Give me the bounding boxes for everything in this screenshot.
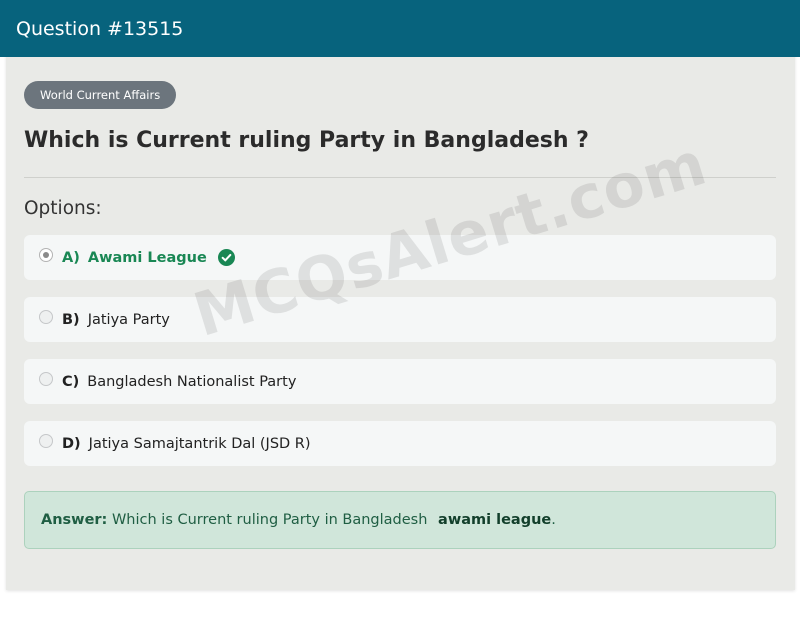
option-d-letter: D) — [62, 435, 81, 452]
option-a-radio[interactable] — [39, 247, 53, 262]
option-d-radio[interactable] — [39, 433, 53, 448]
check-circle-icon — [217, 249, 235, 266]
answer-label: Answer: — [41, 512, 108, 528]
option-b-text: Jatiya Party — [87, 311, 170, 328]
answer-highlight: awami league — [438, 512, 552, 528]
answer-suffix: . — [551, 512, 556, 528]
question-text: Which is Current ruling Party in Banglad… — [24, 128, 589, 153]
category-badge[interactable]: World Current Affairs — [24, 81, 177, 109]
option-c-text: Bangladesh Nationalist Party — [87, 373, 297, 390]
option-c-radio[interactable] — [39, 371, 53, 386]
answer-content: Answer: Which is Current ruling Party in… — [41, 512, 556, 528]
option-d[interactable]: D) Jatiya Samajtantrik Dal (JSD R) — [24, 421, 776, 466]
option-a-letter: A) — [62, 249, 80, 266]
question-number-title: Question #13515 — [16, 18, 184, 40]
answer-alert: Answer: Which is Current ruling Party in… — [24, 491, 776, 549]
question-header: Question #13515 — [0, 0, 800, 57]
answer-question-text: Which is Current ruling Party in Banglad… — [111, 512, 428, 528]
option-b[interactable]: B) Jatiya Party — [24, 297, 776, 342]
option-d-text: Jatiya Samajtantrik Dal (JSD R) — [88, 435, 311, 452]
option-c[interactable]: C) Bangladesh Nationalist Party — [24, 359, 776, 404]
option-a-text: Awami League — [87, 249, 207, 266]
option-a[interactable]: A) Awami League — [24, 235, 776, 280]
option-b-radio[interactable] — [39, 309, 53, 324]
options-heading: Options: — [24, 198, 102, 219]
divider — [24, 177, 776, 178]
option-b-letter: B) — [62, 311, 80, 328]
option-c-letter: C) — [62, 373, 80, 390]
